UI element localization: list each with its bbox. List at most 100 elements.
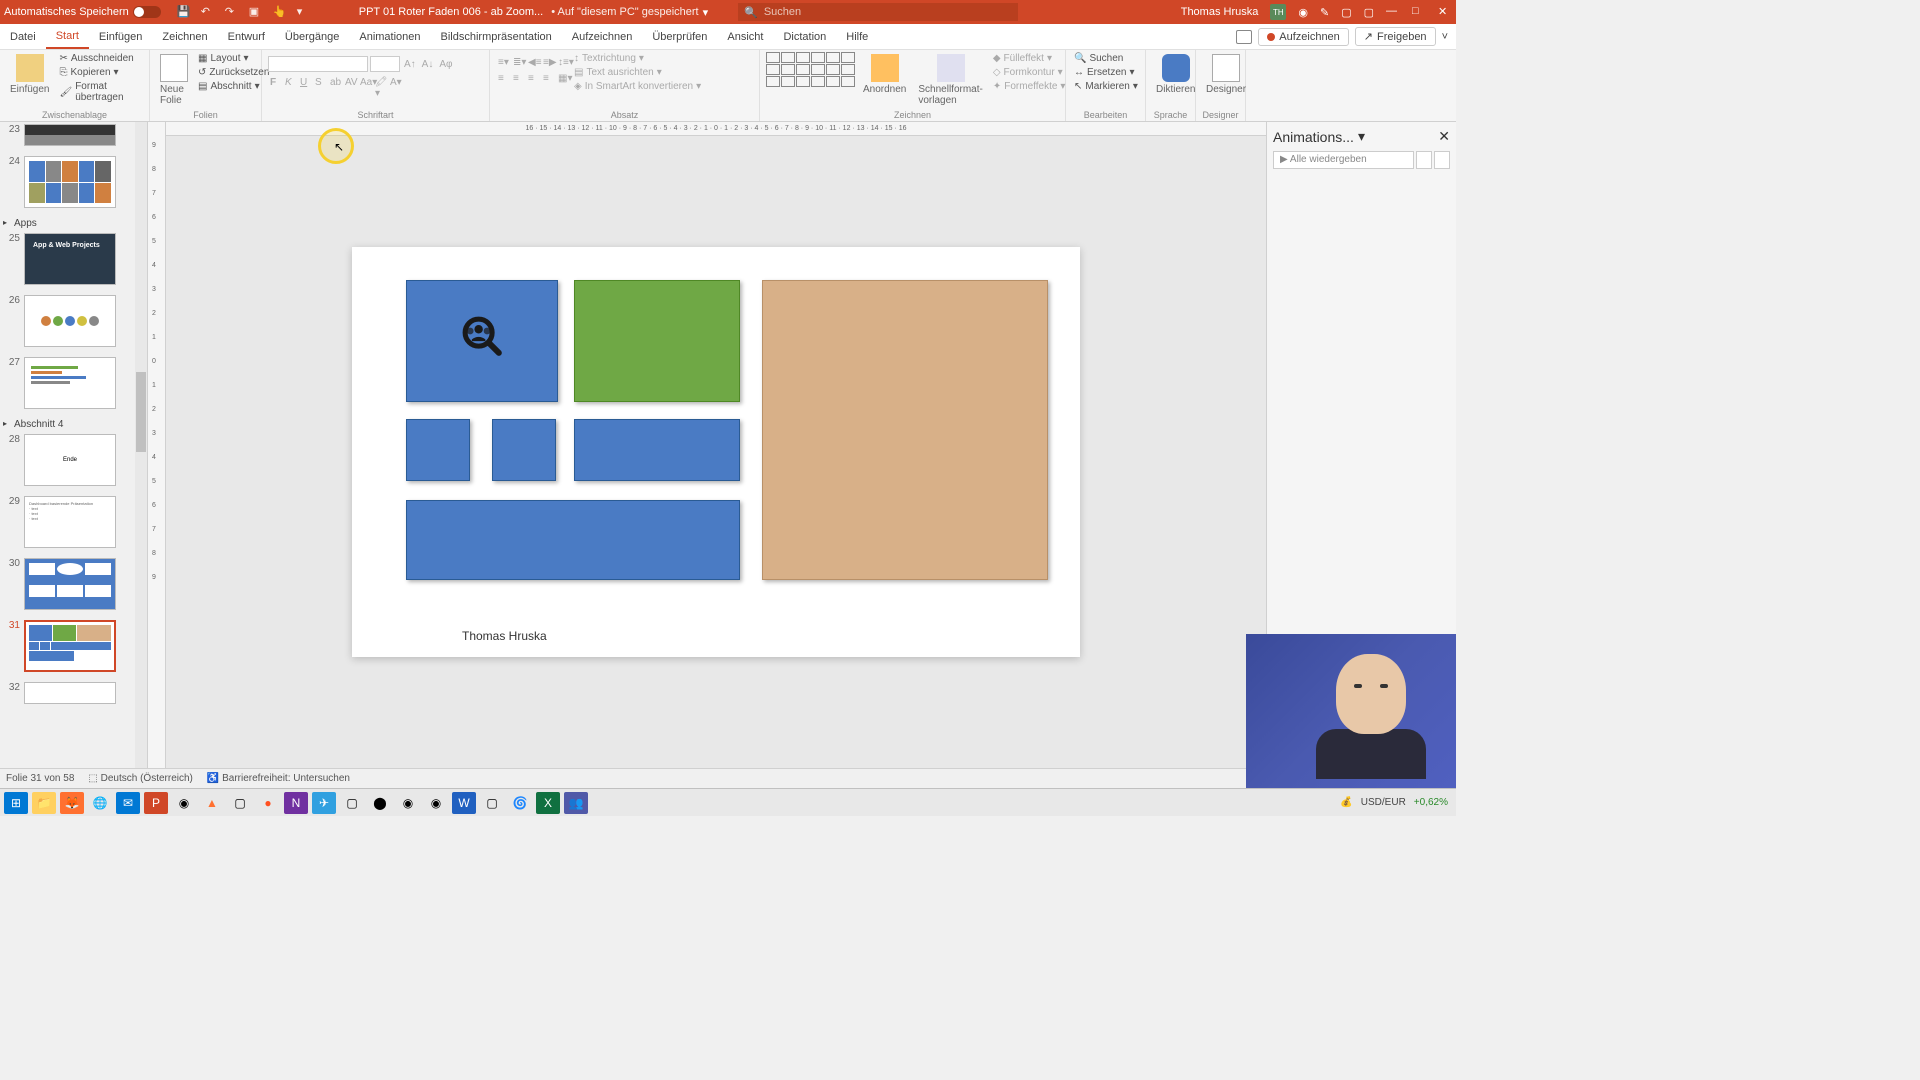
italic-icon[interactable]: K (283, 76, 295, 88)
indent-inc-icon[interactable]: ≡▶ (541, 56, 553, 68)
comments-icon[interactable] (1236, 30, 1252, 44)
toggle-switch[interactable] (133, 6, 161, 18)
dropdown-icon[interactable]: ▾ (297, 5, 311, 19)
bold-icon[interactable]: F (268, 76, 280, 88)
tab-dictation[interactable]: Dictation (773, 24, 836, 49)
tab-aufzeichnen[interactable]: Aufzeichnen (562, 24, 643, 49)
thumbnail-panel[interactable]: 23 24 Apps 25 App & Web Projects 26 27 A… (0, 122, 148, 768)
app-icon-4[interactable]: ▢ (340, 792, 364, 814)
shape-tan-large[interactable] (762, 280, 1048, 580)
clear-format-icon[interactable]: Aφ (437, 56, 454, 72)
section-4[interactable]: Abschnitt 4 (0, 417, 147, 432)
app-icon-1[interactable]: ◉ (172, 792, 196, 814)
app-icon-6[interactable]: ◉ (424, 792, 448, 814)
touch-icon[interactable]: 👆 (273, 5, 287, 19)
bullets-icon[interactable]: ≡▾ (496, 56, 508, 68)
font-family-input[interactable] (268, 56, 368, 72)
app-icon-3[interactable]: ● (256, 792, 280, 814)
app-icon-2[interactable]: ▢ (228, 792, 252, 814)
tab-ueberpruefen[interactable]: Überprüfen (642, 24, 717, 49)
search-input[interactable] (764, 6, 1012, 18)
explorer-icon[interactable]: 📁 (32, 792, 56, 814)
shadow-icon[interactable]: ab (328, 76, 340, 88)
thumb-31[interactable]: 31 (0, 618, 147, 674)
shape-blue-medium[interactable] (574, 419, 740, 481)
tab-einfuegen[interactable]: Einfügen (89, 24, 152, 49)
cut-button[interactable]: ✂ Ausschneiden (57, 52, 143, 65)
designer-button[interactable]: Designer (1202, 52, 1250, 97)
align-text-button[interactable]: ▤ Text ausrichten ▾ (572, 66, 703, 79)
indent-dec-icon[interactable]: ◀≡ (526, 56, 538, 68)
section-apps[interactable]: Apps (0, 216, 147, 231)
save-status[interactable]: • Auf "diesem PC" gespeichert (551, 6, 698, 18)
thumb-29[interactable]: 29 Dashboard basierende Präsentation· te… (0, 494, 147, 550)
draw-icon[interactable]: ✎ (1320, 6, 1329, 19)
edge-icon[interactable]: 🌀 (508, 792, 532, 814)
tab-start[interactable]: Start (46, 24, 89, 49)
teams-icon[interactable]: 👥 (564, 792, 588, 814)
case-icon[interactable]: Aa▾ (358, 76, 370, 88)
currency-pair[interactable]: USD/EUR (1361, 797, 1406, 808)
shape-blue-small-2[interactable] (492, 419, 556, 481)
shape-gallery[interactable] (766, 52, 855, 87)
shape-green[interactable] (574, 280, 740, 402)
layout-button[interactable]: ▦ Layout ▾ (196, 52, 271, 65)
user-name[interactable]: Thomas Hruska (1181, 6, 1259, 18)
smartart-button[interactable]: ◈ In SmartArt konvertieren ▾ (572, 80, 703, 93)
numbering-icon[interactable]: ≣▾ (511, 56, 523, 68)
fill-button[interactable]: ◆ Fülleffekt ▾ (991, 52, 1068, 65)
outline-button[interactable]: ◇ Formkontur ▾ (991, 66, 1068, 79)
tab-hilfe[interactable]: Hilfe (836, 24, 878, 49)
slide-author-text[interactable]: Thomas Hruska (462, 629, 547, 643)
maximize-icon[interactable]: □ (1412, 5, 1426, 19)
obs-icon[interactable]: ⬤ (368, 792, 392, 814)
user-avatar[interactable]: TH (1270, 4, 1286, 20)
align-center-icon[interactable]: ≡ (511, 72, 523, 84)
start-icon[interactable]: ⊞ (4, 792, 28, 814)
autosave-toggle[interactable]: Automatisches Speichern (4, 6, 161, 18)
collapse-ribbon-icon[interactable]: ˅ (1442, 31, 1448, 43)
font-color-icon[interactable]: A▾ (388, 76, 400, 88)
word-icon[interactable]: W (452, 792, 476, 814)
close-icon[interactable]: ✕ (1438, 5, 1452, 19)
redo-icon[interactable]: ↷ (225, 5, 239, 19)
thumb-27[interactable]: 27 (0, 355, 147, 411)
tab-datei[interactable]: Datei (0, 24, 46, 49)
dictate-button[interactable]: Diktieren (1152, 52, 1199, 97)
shrink-font-icon[interactable]: A↓ (420, 56, 436, 72)
onenote-icon[interactable]: N (284, 792, 308, 814)
select-button[interactable]: ↖ Markieren ▾ (1072, 80, 1140, 93)
present-icon[interactable]: ◉ (1298, 6, 1308, 19)
excel-icon[interactable]: X (536, 792, 560, 814)
reset-button[interactable]: ↺ Zurücksetzen (196, 66, 271, 79)
find-button[interactable]: 🔍 Suchen (1072, 52, 1140, 65)
vlc-icon[interactable]: ▲ (200, 792, 224, 814)
justify-icon[interactable]: ≡ (541, 72, 553, 84)
slide-counter[interactable]: Folie 31 von 58 (6, 773, 74, 784)
outlook-icon[interactable]: ✉ (116, 792, 140, 814)
highlight-icon[interactable]: 🖍▾ (373, 76, 385, 88)
line-spacing-icon[interactable]: ↕≡▾ (556, 56, 568, 68)
tab-praesentation[interactable]: Bildschirmpräsentation (431, 24, 562, 49)
effects-button[interactable]: ✦ Formeffekte ▾ (991, 80, 1068, 93)
spacing-icon[interactable]: AV (343, 76, 355, 88)
paste-button[interactable]: Einfügen (6, 52, 53, 97)
undo-icon[interactable]: ↶ (201, 5, 215, 19)
save-icon[interactable]: 💾 (177, 5, 191, 19)
scroll-handle[interactable] (136, 372, 146, 452)
align-left-icon[interactable]: ≡ (496, 72, 508, 84)
window-icon[interactable]: ▢ (1341, 6, 1351, 19)
accessibility-status[interactable]: ♿ Barrierefreiheit: Untersuchen (207, 773, 350, 784)
play-all-button[interactable]: ▶ Alle wiedergeben (1273, 151, 1414, 169)
tab-entwurf[interactable]: Entwurf (218, 24, 275, 49)
shape-blue-small-1[interactable] (406, 419, 470, 481)
copy-button[interactable]: ⎘ Kopieren ▾ (57, 66, 143, 79)
thumb-26[interactable]: 26 (0, 293, 147, 349)
currency-change[interactable]: +0,62% (1414, 797, 1448, 808)
tab-animationen[interactable]: Animationen (349, 24, 430, 49)
share-button[interactable]: ↗Freigeben (1355, 27, 1436, 46)
thumb-scrollbar[interactable] (135, 122, 147, 768)
slide-canvas[interactable]: Thomas Hruska (352, 247, 1080, 657)
thumb-32[interactable]: 32 (0, 680, 147, 706)
search-box[interactable]: 🔍 (738, 3, 1018, 21)
